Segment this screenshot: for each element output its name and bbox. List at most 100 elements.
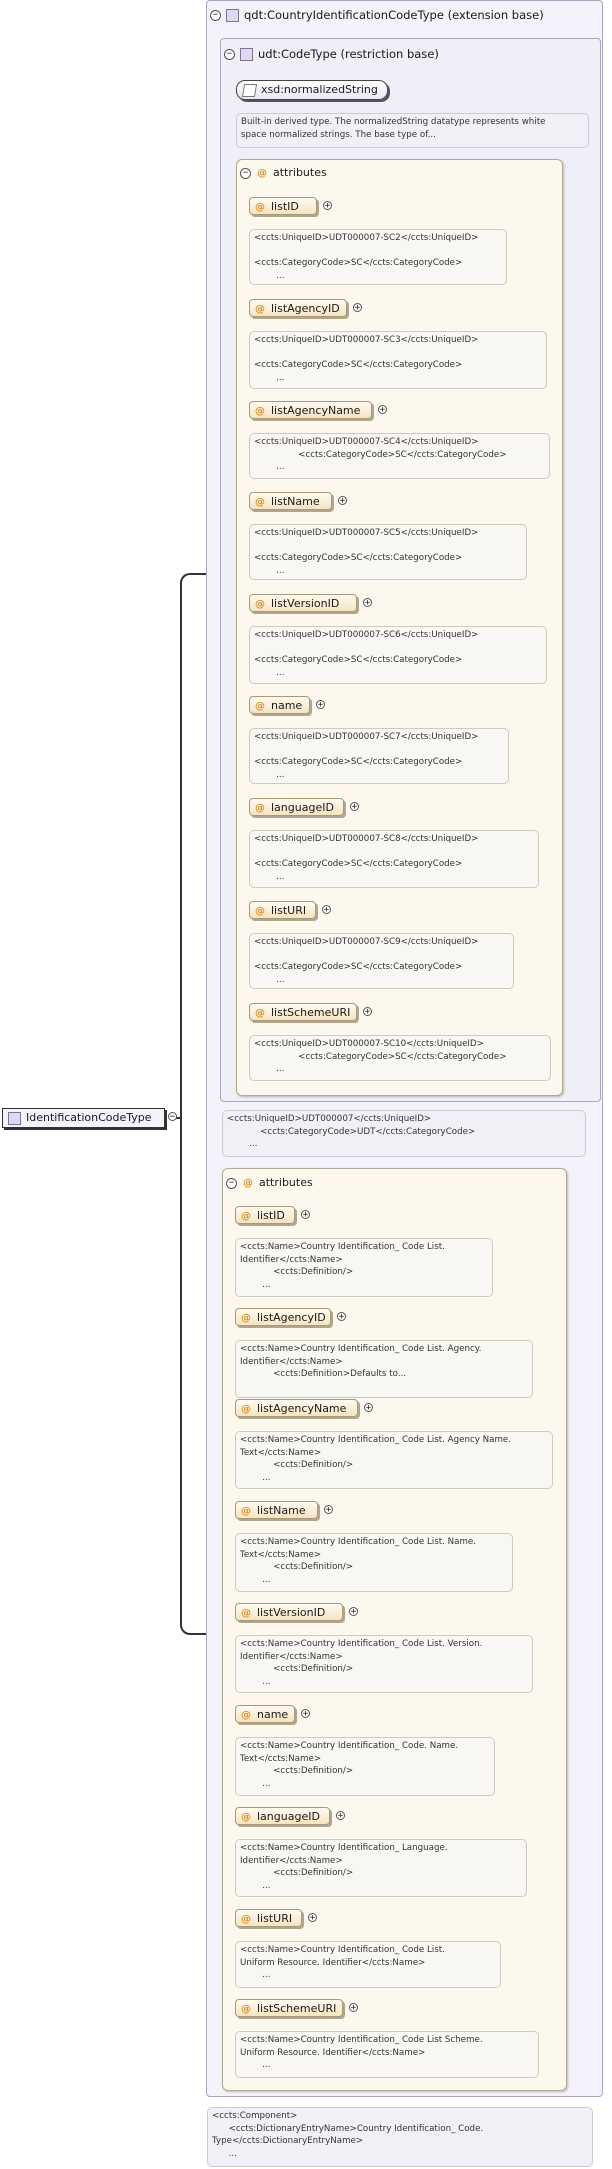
expand-toggle-icon[interactable]: + <box>349 1607 358 1617</box>
attribute-name: listVersionID <box>257 1606 326 1619</box>
inner-attributes-header[interactable]: − @ attributes <box>240 166 327 181</box>
outer-attribute-7[interactable]: @ listURI <box>235 1909 302 1927</box>
expand-toggle-icon[interactable]: + <box>324 1505 333 1515</box>
complex-type-icon <box>8 1111 21 1125</box>
inner-attribute-doc-2: <ccts:UniqueID>UDT000007-SC4</ccts:Uniqu… <box>249 433 550 479</box>
collapse-toggle-icon[interactable]: − <box>240 167 251 179</box>
expand-toggle-icon[interactable]: + <box>338 496 347 506</box>
inner-attribute-doc-3: <ccts:UniqueID>UDT000007-SC5</ccts:Uniqu… <box>249 524 527 580</box>
attribute-icon: @ <box>255 202 265 213</box>
expand-toggle-icon[interactable]: + <box>378 405 387 415</box>
simple-type-icon <box>241 83 258 97</box>
expand-toggle-icon[interactable]: + <box>363 1007 372 1017</box>
inner-attribute-2[interactable]: @ listAgencyName <box>249 401 372 419</box>
outer-attribute-4[interactable]: @ listVersionID <box>235 1603 343 1621</box>
inner-attribute-5[interactable]: @ name <box>249 696 310 714</box>
extension-header[interactable]: − qdt:CountryIdentificationCodeType (exte… <box>210 8 544 22</box>
attribute-name: name <box>257 1708 289 1721</box>
attribute-icon: @ <box>255 497 265 508</box>
collapse-toggle-icon[interactable]: − <box>210 10 221 21</box>
inner-attribute-doc-0: <ccts:UniqueID>UDT000007-SC2</ccts:Uniqu… <box>249 229 507 285</box>
inner-attribute-doc-1: <ccts:UniqueID>UDT000007-SC3</ccts:Uniqu… <box>249 331 547 389</box>
attribute-name: listURI <box>271 904 307 917</box>
inner-attribute-doc-8: <ccts:UniqueID>UDT000007-SC10</ccts:Uniq… <box>249 1035 551 1081</box>
expand-toggle-icon[interactable]: + <box>301 1210 310 1220</box>
inner-attribute-doc-4: <ccts:UniqueID>UDT000007-SC6</ccts:Uniqu… <box>249 626 547 684</box>
collapse-toggle-icon[interactable]: − <box>226 1177 237 1189</box>
attribute-name: listAgencyName <box>257 1402 347 1415</box>
attribute-name: listAgencyID <box>271 302 340 315</box>
outer-attribute-doc-6: <ccts:Name>Country Identification_ Langu… <box>235 1839 527 1897</box>
complex-type-icon <box>240 48 253 61</box>
expand-toggle-icon[interactable]: + <box>301 1709 310 1719</box>
outer-attributes-header[interactable]: − @ attributes <box>226 1176 313 1191</box>
attribute-icon: @ <box>243 1178 253 1189</box>
expand-toggle-icon[interactable]: + <box>363 598 372 608</box>
expand-toggle-icon[interactable]: + <box>353 303 362 313</box>
attribute-icon: @ <box>255 599 265 610</box>
root-label: IdentificationCodeType <box>26 1111 152 1124</box>
inner-attribute-7[interactable]: @ listURI <box>249 901 316 919</box>
outer-attribute-8[interactable]: @ listSchemeURI <box>235 1999 343 2017</box>
outer-attribute-5[interactable]: @ name <box>235 1705 295 1723</box>
attribute-name: listID <box>271 200 299 213</box>
outer-attribute-3[interactable]: @ listName <box>235 1501 318 1519</box>
builtin-type-node[interactable]: xsd:normalizedString <box>236 80 388 100</box>
attribute-icon: @ <box>241 1710 251 1721</box>
inner-attribute-4[interactable]: @ listVersionID <box>249 594 357 612</box>
complex-type-icon <box>226 9 239 22</box>
outer-attribute-doc-4: <ccts:Name>Country Identification_ Code … <box>235 1635 533 1693</box>
attribute-name: languageID <box>257 1810 320 1823</box>
attribute-name: listName <box>257 1504 306 1517</box>
inner-attributes-title: attributes <box>273 166 327 179</box>
collapse-toggle-icon[interactable]: − <box>168 1112 177 1122</box>
attribute-name: languageID <box>271 801 334 814</box>
collapse-toggle-icon[interactable]: − <box>224 49 235 60</box>
inner-attribute-1[interactable]: @ listAgencyID <box>249 299 347 317</box>
outer-attribute-0[interactable]: @ listID <box>235 1206 295 1224</box>
outer-attribute-doc-5: <ccts:Name>Country Identification_ Code.… <box>235 1737 495 1796</box>
inner-attribute-6[interactable]: @ languageID <box>249 798 344 816</box>
component-doc: <ccts:Component> <ccts:DictionaryEntryNa… <box>207 2107 593 2167</box>
restriction-header[interactable]: − udt:CodeType (restriction base) <box>224 47 439 61</box>
attribute-icon: @ <box>255 906 265 917</box>
expand-toggle-icon[interactable]: + <box>322 905 331 915</box>
attribute-name: listSchemeURI <box>257 2002 337 2015</box>
attribute-icon: @ <box>255 803 265 814</box>
expand-toggle-icon[interactable]: + <box>337 1312 346 1322</box>
attribute-name: listName <box>271 495 320 508</box>
expand-toggle-icon[interactable]: + <box>350 802 359 812</box>
attribute-icon: @ <box>241 1608 251 1619</box>
attribute-name: listAgencyName <box>271 404 361 417</box>
attribute-icon: @ <box>241 1211 251 1222</box>
inner-attribute-0[interactable]: @ listID <box>249 197 317 215</box>
outer-attribute-doc-0: <ccts:Name>Country Identification_ Code … <box>235 1238 493 1297</box>
root-node[interactable]: IdentificationCodeType <box>2 1108 165 1128</box>
attribute-icon: @ <box>241 1812 251 1823</box>
attribute-icon: @ <box>257 168 267 179</box>
expand-toggle-icon[interactable]: + <box>323 201 332 211</box>
expand-toggle-icon[interactable]: + <box>364 1403 373 1413</box>
inner-attribute-8[interactable]: @ listSchemeURI <box>249 1003 357 1021</box>
expand-toggle-icon[interactable]: + <box>308 1913 317 1923</box>
inner-attribute-3[interactable]: @ listName <box>249 492 332 510</box>
restriction-doc: <ccts:UniqueID>UDT000007</ccts:UniqueID>… <box>222 1110 586 1157</box>
extension-label: qdt:CountryIdentificationCodeType (exten… <box>244 8 544 22</box>
outer-attribute-6[interactable]: @ languageID <box>235 1807 330 1825</box>
attribute-name: name <box>271 699 303 712</box>
attribute-icon: @ <box>241 1313 251 1324</box>
inner-attribute-doc-7: <ccts:UniqueID>UDT000007-SC9</ccts:Uniqu… <box>249 933 514 989</box>
attribute-icon: @ <box>241 1914 251 1925</box>
expand-toggle-icon[interactable]: + <box>316 700 325 710</box>
expand-toggle-icon[interactable]: + <box>336 1811 345 1821</box>
attribute-name: listVersionID <box>271 597 340 610</box>
outer-attribute-1[interactable]: @ listAgencyID <box>235 1308 331 1326</box>
attribute-icon: @ <box>241 1506 251 1517</box>
attribute-icon: @ <box>241 2004 251 2015</box>
attribute-icon: @ <box>255 701 265 712</box>
outer-attribute-doc-8: <ccts:Name>Country Identification_ Code … <box>235 2031 539 2078</box>
outer-attribute-2[interactable]: @ listAgencyName <box>235 1399 358 1417</box>
outer-attribute-doc-1: <ccts:Name>Country Identification_ Code … <box>235 1340 533 1398</box>
expand-toggle-icon[interactable]: + <box>349 2003 358 2013</box>
inner-attribute-doc-6: <ccts:UniqueID>UDT000007-SC8</ccts:Uniqu… <box>249 830 539 888</box>
